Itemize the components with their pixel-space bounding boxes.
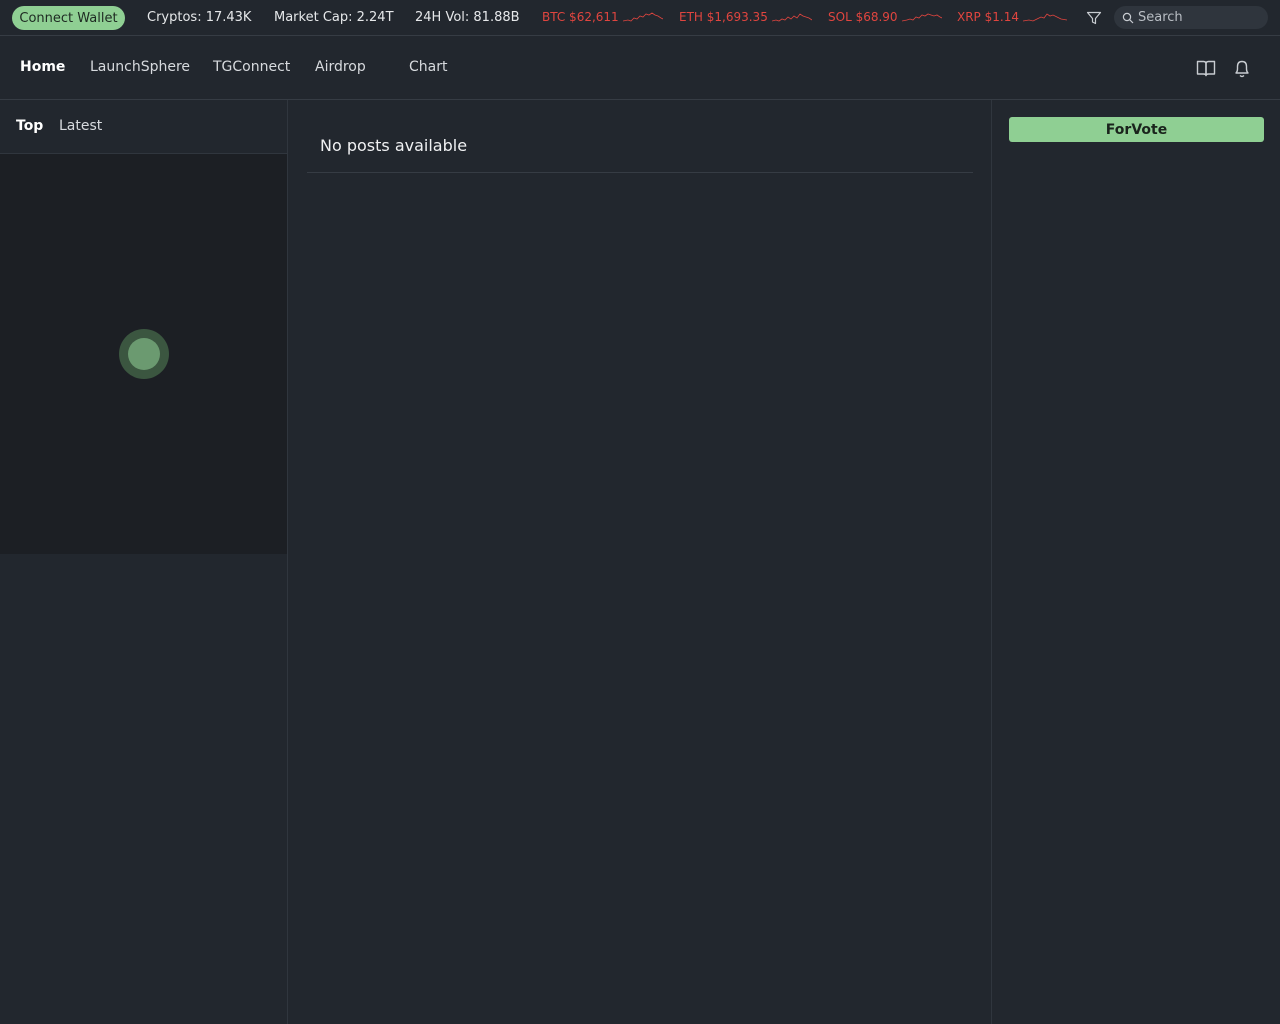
coin-price-label: ETH $1,693.35: [679, 10, 768, 24]
feed-column: Top Latest: [0, 100, 288, 1024]
search-icon: [1122, 12, 1134, 23]
coin-price-label: BTC $62,611: [542, 10, 619, 24]
forvote-button[interactable]: ForVote: [1009, 117, 1264, 142]
market-cap: Market Cap: 2.24T: [274, 10, 394, 25]
nav-item-tgconnect[interactable]: TGConnect: [213, 59, 290, 75]
sparkline-icon: [1022, 13, 1067, 22]
tab-top[interactable]: Top: [16, 118, 43, 134]
coin-ticker-xrp[interactable]: XRP $1.14: [957, 10, 1067, 24]
bell-icon[interactable]: [1231, 57, 1253, 79]
nav-item-airdrop[interactable]: Airdrop: [315, 59, 366, 75]
posts-column: No posts available: [289, 100, 992, 1024]
coin-ticker-btc[interactable]: BTC $62,611: [542, 10, 663, 24]
coin-ticker-eth[interactable]: ETH $1,693.35: [679, 10, 812, 24]
nav-item-home[interactable]: Home: [20, 59, 65, 75]
sparkline-icon: [771, 13, 812, 22]
tab-latest[interactable]: Latest: [59, 118, 102, 134]
filter-icon[interactable]: [1086, 10, 1102, 26]
book-icon[interactable]: [1195, 57, 1217, 79]
divider: [307, 172, 973, 173]
empty-posts-message: No posts available: [320, 136, 468, 155]
volume-24h: 24H Vol: 81.88B: [415, 10, 520, 25]
cryptos-count: Cryptos: 17.43K: [147, 10, 252, 25]
sparkline-icon: [622, 12, 663, 22]
coin-price-label: SOL $68.90: [828, 10, 898, 24]
connect-wallet-button[interactable]: Connect Wallet: [12, 6, 125, 30]
feed-tabs: Top Latest: [0, 100, 287, 154]
search-box[interactable]: [1114, 6, 1268, 29]
coin-price-label: XRP $1.14: [957, 10, 1019, 24]
ticker-bar: Connect Wallet Cryptos: 17.43K Market Ca…: [0, 0, 1280, 36]
feed-loading-panel: [0, 154, 287, 554]
loading-spinner-core: [128, 338, 160, 370]
loading-spinner: [119, 329, 169, 379]
main-nav: Home LaunchSphere TGConnect Airdrop Char…: [0, 37, 1280, 100]
nav-item-launchsphere[interactable]: LaunchSphere: [90, 59, 190, 75]
nav-item-chart[interactable]: Chart: [409, 59, 447, 75]
right-sidebar: ForVote: [993, 100, 1280, 1024]
search-input[interactable]: [1138, 10, 1258, 25]
coin-ticker-sol[interactable]: SOL $68.90: [828, 10, 942, 24]
sparkline-icon: [901, 13, 942, 22]
